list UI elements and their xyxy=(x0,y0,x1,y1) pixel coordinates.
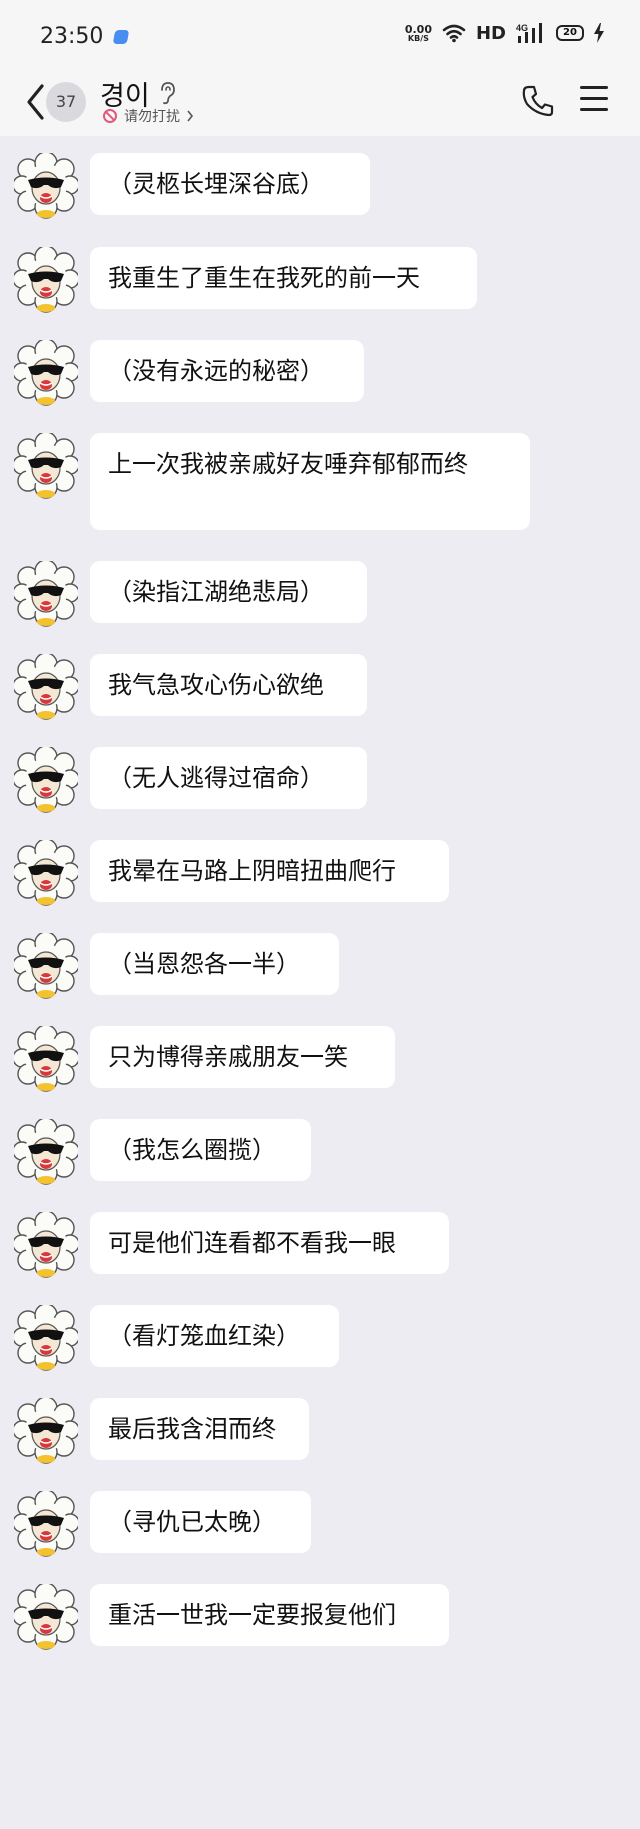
status-bar: 23:50 0.00 KB/S HD 4G 20 xyxy=(0,0,640,74)
net-speed-indicator: 0.00 KB/S xyxy=(405,24,432,43)
sheep-avatar-icon[interactable] xyxy=(14,340,78,406)
message-bubble[interactable]: （我怎么圈揽） xyxy=(90,1119,311,1181)
sheep-avatar-icon[interactable] xyxy=(14,561,78,627)
sheep-avatar-icon[interactable] xyxy=(14,1119,78,1185)
status-icons: 0.00 KB/S HD 4G 20 xyxy=(405,22,604,44)
sheep-avatar-icon[interactable] xyxy=(14,1212,78,1278)
status-time: 23:50 xyxy=(40,24,104,49)
sheep-avatar-icon[interactable] xyxy=(14,1584,78,1650)
back-arrow-icon[interactable] xyxy=(24,80,48,124)
chat-message-list[interactable]: （灵柩长埋深谷底） 我重生了重生在我死的前一天 （没有永远的秘密） 上一次我被亲… xyxy=(0,136,640,1829)
ear-icon xyxy=(161,82,175,105)
signal-4g-icon: 4G xyxy=(516,23,542,43)
message-bubble[interactable]: 最后我含泪而终 xyxy=(90,1398,309,1460)
sheep-avatar-icon[interactable] xyxy=(14,247,78,313)
message-bubble[interactable]: 我气急攻心伤心欲绝 xyxy=(90,654,367,716)
message-bubble[interactable]: （灵柩长埋深谷底） xyxy=(90,153,370,215)
unread-count-badge[interactable]: 37 xyxy=(46,82,86,122)
chevron-right-icon xyxy=(187,110,194,122)
sheep-avatar-icon[interactable] xyxy=(14,1305,78,1371)
sheep-avatar-icon[interactable] xyxy=(14,747,78,813)
sheep-avatar-icon[interactable] xyxy=(14,1026,78,1092)
message-bubble[interactable]: 上一次我被亲戚好友唾弃郁郁而终 xyxy=(90,433,530,530)
sheep-avatar-icon[interactable] xyxy=(14,933,78,999)
battery-icon: 20 xyxy=(556,25,584,41)
message-bubble[interactable]: （当恩怨各一半） xyxy=(90,933,339,995)
message-bubble[interactable]: 只为博得亲戚朋友一笑 xyxy=(90,1026,395,1088)
app-notification-icon xyxy=(112,30,130,44)
message-bubble[interactable]: （染指江湖绝悲局） xyxy=(90,561,367,623)
message-bubble[interactable]: 我重生了重生在我死的前一天 xyxy=(90,247,477,309)
chat-header: 37 경이 请勿打扰 xyxy=(0,74,640,136)
do-not-disturb-label: 请勿打扰 xyxy=(124,109,180,125)
sheep-avatar-icon[interactable] xyxy=(14,840,78,906)
menu-icon[interactable] xyxy=(580,86,608,112)
message-bubble[interactable]: 可是他们连看都不看我一眼 xyxy=(90,1212,449,1274)
phone-call-icon[interactable] xyxy=(522,84,554,118)
do-not-disturb-status[interactable]: 请勿打扰 xyxy=(102,106,194,126)
sheep-avatar-icon[interactable] xyxy=(14,433,78,499)
wifi-icon xyxy=(442,24,466,43)
top-area: 23:50 0.00 KB/S HD 4G 20 37 경이 请勿打扰 xyxy=(0,0,640,136)
message-bubble[interactable]: （无人逃得过宿命） xyxy=(90,747,367,809)
sheep-avatar-icon[interactable] xyxy=(14,1491,78,1557)
network-type-label: 4G xyxy=(516,23,528,33)
message-bubble[interactable]: （看灯笼血红染） xyxy=(90,1305,339,1367)
sheep-avatar-icon[interactable] xyxy=(14,153,78,219)
message-bubble[interactable]: 我晕在马路上阴暗扭曲爬行 xyxy=(90,840,449,902)
message-bubble[interactable]: （寻仇已太晚） xyxy=(90,1491,311,1553)
do-not-disturb-icon xyxy=(103,109,117,123)
net-speed-unit: KB/S xyxy=(407,33,429,43)
message-bubble[interactable]: （没有永远的秘密） xyxy=(90,340,364,402)
sheep-avatar-icon[interactable] xyxy=(14,1398,78,1464)
charging-icon xyxy=(594,23,604,43)
sheep-avatar-icon[interactable] xyxy=(14,654,78,720)
hd-indicator: HD xyxy=(475,22,506,44)
message-bubble[interactable]: 重活一世我一定要报复他们 xyxy=(90,1584,449,1646)
